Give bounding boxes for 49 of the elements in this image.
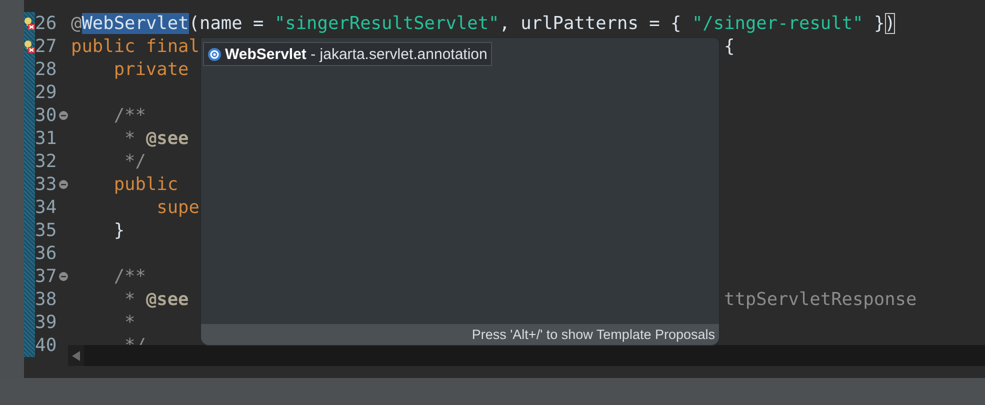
line-number: 38 <box>35 289 57 310</box>
line-number: 37 <box>35 266 57 287</box>
code-text: @see <box>146 289 189 310</box>
code-text: ttpServletResponse <box>724 289 917 310</box>
error-bulb-icon[interactable] <box>24 40 35 53</box>
scroll-left-button[interactable] <box>68 345 84 366</box>
line-number: 33 <box>35 174 57 195</box>
code-text: */ <box>124 151 146 172</box>
code-text: } <box>112 220 125 241</box>
code-text: , urlPatterns = { <box>499 13 682 34</box>
completion-item[interactable]: WebServlet - jakarta.servlet.annotation <box>203 42 492 66</box>
line-number: 39 <box>35 312 57 333</box>
line-number: 40 <box>35 335 57 356</box>
error-bulb-icon[interactable] <box>24 17 35 30</box>
code-text: supe <box>156 197 200 218</box>
line-number: 30 <box>35 105 57 126</box>
code-text: "singerResultServlet" <box>274 13 500 34</box>
status-hint: Press 'Alt+/' to show Template Proposals <box>472 327 715 342</box>
code-text: * <box>124 289 136 310</box>
line-number: 34 <box>35 197 57 218</box>
annotation-icon <box>208 48 221 60</box>
code-text: "/singer-result" <box>692 13 864 34</box>
fold-collapse-icon[interactable] <box>59 272 68 281</box>
line-number: 36 <box>35 243 57 264</box>
code-text: public final <box>71 36 200 57</box>
horizontal-scrollbar[interactable] <box>68 345 985 366</box>
fold-collapse-icon[interactable] <box>59 180 68 189</box>
code-text: { <box>724 36 735 57</box>
code-text: @see <box>146 128 189 149</box>
line-number: 27 <box>35 36 57 57</box>
fold-collapse-icon[interactable] <box>59 111 68 120</box>
code-text: private <box>112 59 189 80</box>
line-number: 32 <box>35 151 57 172</box>
code-text: /** <box>112 105 146 126</box>
code-text: /** <box>112 266 146 287</box>
code-text: (name = <box>188 13 265 34</box>
line-number: 35 <box>35 220 57 241</box>
line-number: 28 <box>35 59 57 80</box>
code-text: @ <box>71 13 82 34</box>
line-number: 31 <box>35 128 57 149</box>
matched-bracket: ) <box>884 13 896 34</box>
code-text: } <box>872 13 885 34</box>
scroll-left-arrow-icon <box>72 350 80 360</box>
code-text: * <box>124 312 136 333</box>
line-number: 29 <box>35 82 57 103</box>
code-text: public <box>112 174 178 195</box>
proposal-text: WebServlet - jakarta.servlet.annotation <box>225 46 488 62</box>
line-number: 26 <box>35 13 57 34</box>
code-text: * <box>124 128 136 149</box>
